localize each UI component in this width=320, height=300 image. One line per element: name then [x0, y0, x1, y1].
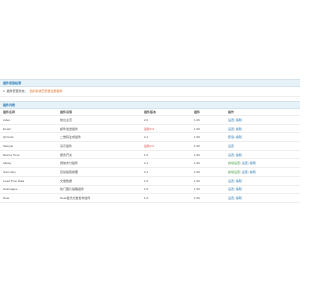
plugin-name: Hotimages [0, 185, 57, 195]
plugin-name: index [0, 115, 57, 125]
plugin-version: 最新2.0 [141, 124, 191, 134]
action-link[interactable]: 编辑 [236, 127, 242, 131]
plugin-desc: 二维码生成插件 [57, 132, 141, 143]
table-row: QrCode 二维码生成插件 2.1 1.0K 卸载|编辑 [0, 132, 300, 143]
action-link[interactable]: 编辑 [250, 170, 256, 174]
plugin-actions: 启动设置|设置|编辑 [225, 158, 300, 169]
table-row: Email 邮件发送插件 最新2.0 1.0K 设置|编辑 [0, 124, 300, 134]
plugin-version: 2.1 [141, 158, 191, 169]
plugin-desc: 邮件发送插件 [57, 124, 141, 134]
plugin-actions: 设置|编辑 [225, 176, 300, 186]
plugin-name: Load Time Data [0, 176, 57, 186]
table-row: Hotimages 热门图片缩略插件 1.0 1.0K 设置|编辑 [0, 185, 300, 195]
plugin-version: 1.0 [141, 150, 191, 160]
plugin-desc: 热门图片缩略插件 [57, 185, 141, 195]
action-link[interactable]: 设置 [242, 170, 248, 174]
plugin-name: QrCode [0, 132, 57, 143]
action-link[interactable]: 设置 [228, 127, 234, 131]
plugin-type: 1.0K [191, 115, 225, 125]
plugin-actions: 启动设置|设置|编辑 [225, 167, 300, 177]
plugin-name: Summary [0, 167, 57, 177]
plugin-type: 1.0K [191, 132, 225, 143]
plugin-version: 1.0 [141, 193, 191, 203]
action-link[interactable]: 启动设置 [228, 170, 240, 174]
plugin-name: Sample [0, 141, 57, 151]
plugin-name: Note [0, 193, 57, 203]
plugin-version: 1.0 [141, 185, 191, 195]
status-panel-title: 插件安装检测 [0, 79, 300, 87]
plugin-desc: Note格式文章发布插件 [57, 193, 141, 203]
page: 插件安装检测 ● 插件安装状态： 您的系统已安装全部插件 插件列表 插件名称 插… [0, 0, 300, 300]
plugin-desc: 微信支付插件 [57, 158, 141, 169]
plugin-status-panel: 插件安装检测 ● 插件安装状态： 您的系统已安装全部插件 [0, 79, 300, 99]
plugin-actions: 设置|编辑 [225, 115, 300, 125]
action-link[interactable]: 设置 [228, 196, 234, 200]
plugin-actions: 设置|编辑 [225, 193, 300, 203]
plugin-desc: 服务开关 [57, 150, 141, 160]
table-row: Summary 自动提取摘要 2.1 1.0K 启动设置|设置|编辑 [0, 167, 300, 177]
plugin-type: 1.0K [191, 193, 225, 203]
plugin-desc: 自动提取摘要 [57, 167, 141, 177]
plugin-type: 1.0K [191, 150, 225, 160]
status-body: ● 插件安装状态： 您的系统已安装全部插件 [0, 87, 300, 97]
action-link[interactable]: 设置 [228, 179, 234, 183]
action-link[interactable]: 设置 [242, 161, 248, 165]
table-row: index 前台主页 2.0 1.0K 设置|编辑 [0, 115, 300, 125]
action-link[interactable]: 编辑 [236, 187, 242, 191]
plugin-table: 插件名称 插件说明 插件版本 插件 操作 index 前台主页 2.0 1.0K 设置|… [0, 109, 300, 203]
plugin-type: 1.0K [191, 124, 225, 134]
plugin-actions: 设置|编辑 [225, 124, 300, 134]
plugin-type: 1.0K [191, 185, 225, 195]
plugin-list-panel: 插件列表 插件名称 插件说明 插件版本 插件 操作 index 前台主页 2.0 1.… [0, 101, 300, 203]
action-link[interactable]: 设置 [228, 187, 234, 191]
plugin-type: 1.0K [191, 141, 225, 151]
plugin-version: 2.1 [141, 132, 191, 143]
action-link[interactable]: 设置 [228, 118, 234, 122]
action-link[interactable]: 设置 [228, 153, 234, 157]
plugin-actions: 设置|编辑 [225, 150, 300, 160]
plugin-actions: 设置|编辑 [225, 185, 300, 195]
plugin-type: 1.0K [191, 158, 225, 169]
list-panel-title: 插件列表 [0, 101, 300, 109]
table-row: Load Time Data 文章数据 1.0 1.0K 设置|编辑 [0, 176, 300, 186]
plugin-desc: 文章数据 [57, 176, 141, 186]
plugin-actions: 设置 [225, 141, 300, 151]
status-label: 插件安装状态： [6, 89, 28, 93]
table-row: Sample 演示插件 最新2.0 1.0K 设置 [0, 141, 300, 151]
status-value[interactable]: 您的系统已安装全部插件 [30, 89, 63, 93]
plugin-version: 2.1 [141, 167, 191, 177]
plugin-name: Email [0, 124, 57, 134]
plugin-type: 1.0K [191, 176, 225, 186]
action-link[interactable]: 启动设置 [228, 161, 240, 165]
action-link[interactable]: 编辑 [236, 179, 242, 183]
action-link[interactable]: 编辑 [236, 153, 242, 157]
plugin-name: Rssrss Time [0, 150, 57, 160]
plugin-type: 1.0K [191, 167, 225, 177]
action-link[interactable]: 设置 [228, 144, 234, 148]
info-icon: ● [3, 89, 5, 93]
action-link[interactable]: 卸载 [228, 135, 234, 139]
plugin-desc: 前台主页 [57, 115, 141, 125]
table-row: Alipay 微信支付插件 2.1 1.0K 启动设置|设置|编辑 [0, 158, 300, 169]
plugin-name: Alipay [0, 158, 57, 169]
action-link[interactable]: 编辑 [236, 135, 242, 139]
plugin-version: 1.0 [141, 176, 191, 186]
plugin-version: 2.0 [141, 115, 191, 125]
table-row: Note Note格式文章发布插件 1.0 1.0K 设置|编辑 [0, 193, 300, 203]
action-link[interactable]: 编辑 [236, 118, 242, 122]
plugin-version: 最新2.0 [141, 141, 191, 151]
plugin-rows: index 前台主页 2.0 1.0K 设置|编辑 Email 邮件发送插件 最新2.0 1.0… [0, 115, 300, 203]
action-link[interactable]: 编辑 [236, 196, 242, 200]
action-link[interactable]: 编辑 [250, 161, 256, 165]
table-row: Rssrss Time 服务开关 1.0 1.0K 设置|编辑 [0, 150, 300, 160]
plugin-desc: 演示插件 [57, 141, 141, 151]
plugin-actions: 卸载|编辑 [225, 132, 300, 143]
